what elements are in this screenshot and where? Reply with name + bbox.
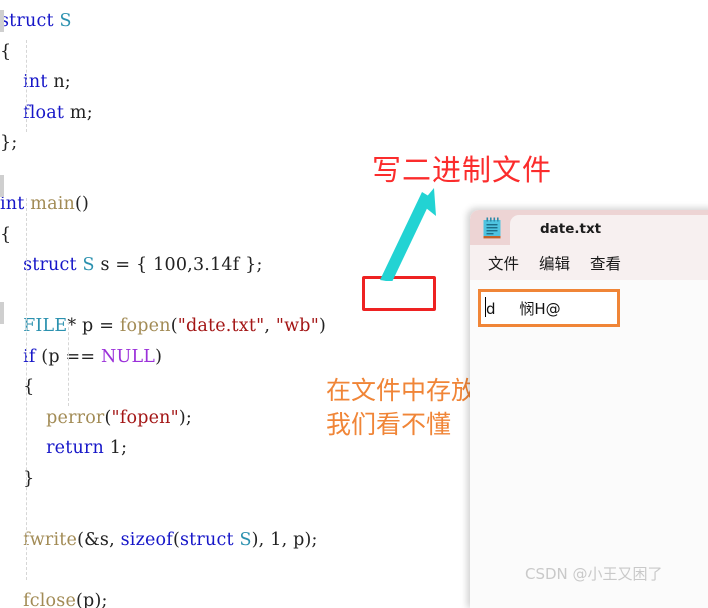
code-token: fclose (23, 590, 77, 608)
screenshot-root: struct S{ int n; float m;}; int main(){ s… (0, 0, 708, 608)
notepad-icon (483, 217, 501, 239)
code-token: s = { (94, 255, 154, 275)
code-token: NULL (101, 346, 156, 367)
code-token: ) (155, 346, 163, 367)
code-token: 100 (153, 255, 188, 275)
code-token: { (0, 41, 12, 62)
code-line[interactable]: { (0, 37, 708, 68)
notepad-content-highlight-box[interactable]: d 悯H@ (478, 289, 620, 327)
code-token: fopen (119, 316, 171, 336)
indent-guide (26, 198, 27, 580)
code-token: struct (23, 255, 77, 275)
code-token: perror (46, 407, 105, 428)
code-token: 1 (270, 529, 282, 550)
indent-guide (68, 322, 69, 406)
menu-item-file[interactable]: 文件 (478, 250, 529, 276)
code-token: fwrite (23, 529, 78, 550)
code-token: } (23, 468, 35, 489)
code-token: (p); (76, 590, 108, 608)
notepad-menubar[interactable]: 文件 编辑 查看 (470, 245, 708, 280)
notepad-tab-title: date.txt (540, 221, 602, 237)
code-token: S (82, 255, 95, 275)
code-token: main (30, 194, 75, 214)
gutter-change-mark (0, 10, 4, 32)
code-token: "wb" (275, 316, 319, 336)
code-token: struct (180, 529, 234, 550)
code-token: sizeof (120, 529, 173, 550)
code-token: if (23, 346, 36, 367)
code-token: 3.14f (192, 255, 240, 275)
code-token: struct (0, 11, 60, 31)
code-line[interactable]: struct S (0, 6, 708, 37)
code-token: ); (178, 407, 193, 428)
code-token: int (0, 194, 25, 214)
indent-guide (26, 40, 27, 132)
notepad-binary-content: d 悯H@ (486, 300, 561, 318)
code-token: return (46, 438, 104, 458)
gutter-change-mark (0, 302, 4, 324)
notepad-text-area[interactable]: d 悯H@ (470, 280, 708, 608)
wb-highlight-box (362, 276, 436, 311)
code-token: S (239, 529, 252, 550)
notepad-titlebar[interactable]: date.txt (470, 210, 708, 245)
code-line[interactable]: }; (0, 128, 708, 159)
code-token: ; (121, 438, 128, 458)
code-token: ( (170, 316, 178, 336)
notepad-window[interactable]: date.txt 文件 编辑 查看 d 悯H@ (470, 210, 708, 608)
code-token: (&s, (77, 529, 121, 550)
code-token: m; (64, 102, 93, 123)
code-token: 1 (109, 438, 122, 458)
code-token: ), (251, 529, 271, 550)
menu-item-edit[interactable]: 编辑 (529, 250, 580, 276)
code-token: () (74, 194, 90, 214)
code-token: * p = (67, 316, 120, 336)
code-token: , p); (281, 529, 318, 550)
code-token: FILE (23, 316, 68, 336)
code-token: , (264, 316, 276, 336)
code-line[interactable]: float m; (0, 98, 708, 129)
code-token: n; (47, 72, 71, 92)
gutter-change-mark (0, 175, 4, 197)
code-token: ( (104, 407, 112, 428)
code-token: { (0, 224, 12, 245)
code-token: { (23, 377, 35, 397)
code-token: "date.txt" (177, 316, 265, 336)
code-line[interactable]: int n; (0, 67, 708, 98)
code-token: }; (0, 133, 18, 153)
menu-item-view[interactable]: 查看 (580, 250, 631, 276)
csdn-watermark: CSDN @小王又困了 (525, 565, 663, 583)
code-token: "fopen" (111, 407, 179, 428)
code-token: ( (172, 529, 180, 550)
code-token: }; (239, 255, 263, 275)
notepad-tab[interactable]: date.txt (510, 215, 708, 245)
code-token: S (59, 11, 72, 31)
code-token: float (23, 102, 65, 123)
code-line[interactable] (0, 159, 708, 190)
annotation-write-binary-file: 写二进制文件 (372, 153, 553, 187)
code-token: ) (318, 316, 326, 336)
